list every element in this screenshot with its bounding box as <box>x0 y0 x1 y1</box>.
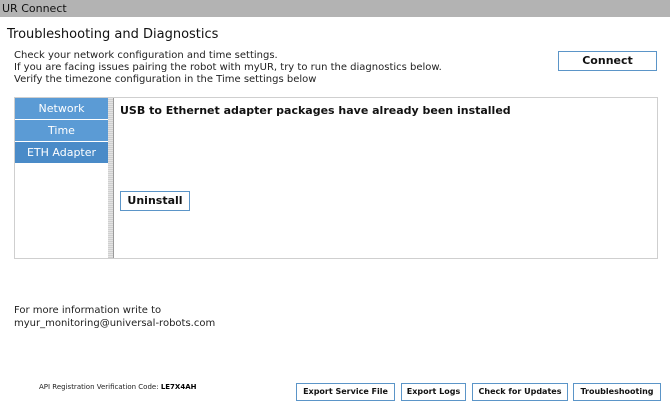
panel-splitter[interactable] <box>108 98 114 258</box>
troubleshooting-button[interactable]: Troubleshooting <box>573 383 661 401</box>
description-line-3: Verify the timezone configuration in the… <box>14 74 317 85</box>
contact-info: For more information write to myur_monit… <box>14 304 215 330</box>
eth-adapter-status-message: USB to Ethernet adapter packages have al… <box>120 104 511 117</box>
connect-button[interactable]: Connect <box>558 51 657 71</box>
api-code-value: LE7X4AH <box>160 383 197 391</box>
window-titlebar: UR Connect <box>0 0 670 17</box>
export-logs-button[interactable]: Export Logs <box>401 383 466 401</box>
api-verification: API Registration Verification Code: LE7X… <box>39 383 196 391</box>
contact-email: myur_monitoring@universal-robots.com <box>14 318 216 329</box>
check-for-updates-button[interactable]: Check for Updates <box>472 383 568 401</box>
tab-list: Network Time ETH Adapter <box>15 98 109 258</box>
contact-text: For more information write to <box>14 305 162 316</box>
description-line-1: Check your network configuration and tim… <box>14 50 278 61</box>
tab-eth-adapter[interactable]: ETH Adapter <box>15 142 108 163</box>
window-title: UR Connect <box>2 2 67 15</box>
tab-network[interactable]: Network <box>15 98 108 119</box>
tab-time[interactable]: Time <box>15 120 108 141</box>
page-description: Check your network configuration and tim… <box>14 50 442 86</box>
diagnostics-panel: Network Time ETH Adapter USB to Ethernet… <box>14 97 658 259</box>
api-code-label: API Registration Verification Code: <box>39 383 159 391</box>
page-title: Troubleshooting and Diagnostics <box>7 27 219 42</box>
description-line-2: If you are facing issues pairing the rob… <box>14 62 442 73</box>
export-service-file-button[interactable]: Export Service File <box>296 383 395 401</box>
uninstall-button[interactable]: Uninstall <box>120 191 190 211</box>
